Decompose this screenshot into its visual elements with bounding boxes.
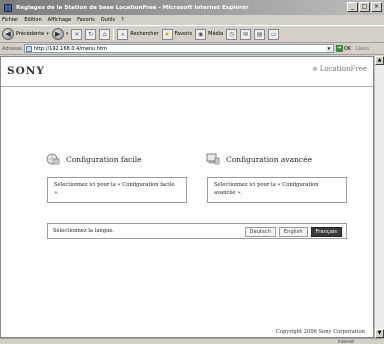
favorites-label: Favoris bbox=[174, 31, 193, 37]
address-url: http://192.168.0.4/menu.htm bbox=[33, 45, 107, 52]
menu-fichier[interactable]: Fichier bbox=[2, 17, 18, 23]
refresh-icon[interactable]: ↻ bbox=[85, 28, 97, 40]
history-icon[interactable]: ◷ bbox=[226, 28, 238, 40]
maximize-button[interactable]: □ bbox=[359, 2, 370, 12]
back-arrow-icon: ◀ bbox=[2, 28, 14, 40]
address-bar: Adresse http://192.168.0.4/menu.htm ▾ ➔ … bbox=[0, 43, 384, 55]
go-arrow-icon: ➔ bbox=[335, 45, 343, 52]
sony-logo: SONY bbox=[7, 65, 45, 77]
forward-button[interactable]: ▶ ▾ bbox=[51, 28, 69, 40]
edit-icon[interactable]: ▭ bbox=[268, 28, 280, 40]
address-label: Adresse bbox=[2, 45, 22, 52]
advanced-config-description[interactable]: Sélectionnez ici pour la « Configuration… bbox=[207, 177, 347, 203]
language-button-deutsch[interactable]: Deutsch bbox=[244, 227, 276, 237]
media-label: Média bbox=[208, 31, 224, 37]
easy-config-title: Configuration facile bbox=[66, 154, 142, 164]
menu-help[interactable]: ? bbox=[121, 17, 124, 23]
menu-outils[interactable]: Outils bbox=[101, 17, 115, 23]
menu-edition[interactable]: Edition bbox=[24, 17, 41, 23]
minimize-button[interactable]: _ bbox=[347, 2, 358, 12]
dropdown-arrow-icon: ▾ bbox=[65, 31, 69, 37]
favorites-button[interactable]: ★ Favoris bbox=[161, 28, 193, 40]
page-icon bbox=[25, 45, 32, 52]
easy-config-icon bbox=[46, 153, 60, 165]
media-button[interactable]: ◉ Média bbox=[195, 28, 224, 40]
language-button-francais[interactable]: Français bbox=[310, 227, 342, 237]
language-selector: Sélectionnez la langue. Deutsch English … bbox=[47, 223, 347, 239]
language-buttons: Deutsch English Français bbox=[244, 227, 342, 237]
locationfree-label: LocationFree bbox=[319, 65, 367, 73]
status-zone: Internet bbox=[338, 339, 354, 344]
go-button[interactable]: ➔ OK bbox=[335, 45, 352, 52]
advanced-config-title: Configuration avancée bbox=[226, 154, 313, 164]
close-button[interactable]: × bbox=[371, 2, 382, 12]
advanced-config-icon bbox=[206, 153, 220, 165]
menu-bar: Fichier Edition Affichage Favoris Outils… bbox=[0, 15, 384, 25]
address-dropdown-icon[interactable]: ▾ bbox=[325, 46, 332, 52]
scroll-up-icon[interactable]: ▲ bbox=[375, 56, 384, 65]
scroll-down-icon[interactable]: ▼ bbox=[375, 329, 384, 338]
copyright-text: Copyright 2006 Sony Corporation bbox=[275, 329, 365, 335]
browser-icon bbox=[4, 3, 12, 12]
menu-affichage[interactable]: Affichage bbox=[48, 17, 72, 23]
forward-arrow-icon: ▶ bbox=[51, 28, 64, 40]
locationfree-icon: ⊛ bbox=[311, 65, 318, 73]
page-content: SONY ⊛ LocationFree Configuration facile… bbox=[0, 56, 374, 338]
links-button[interactable]: Liens bbox=[356, 46, 369, 52]
favorites-star-icon: ★ bbox=[161, 28, 173, 40]
locationfree-logo: ⊛ LocationFree bbox=[312, 65, 367, 73]
page-header: SONY ⊛ LocationFree bbox=[1, 57, 373, 87]
toolbar: ◀ Précédente ▾ ▶ ▾ × ↻ ⌂ ⌕ Rechercher ★ … bbox=[0, 25, 384, 43]
media-icon: ◉ bbox=[195, 28, 207, 40]
easy-config-link[interactable]: Configuration facile bbox=[46, 153, 142, 165]
window-title-bar: Réglages de la Station de base LocationF… bbox=[0, 0, 384, 15]
language-button-english[interactable]: English bbox=[278, 227, 308, 237]
dropdown-arrow-icon: ▾ bbox=[46, 31, 49, 37]
print-icon[interactable]: ▤ bbox=[254, 28, 266, 40]
search-button[interactable]: ⌕ Rechercher bbox=[117, 28, 159, 40]
search-icon: ⌕ bbox=[117, 28, 129, 40]
go-label: OK bbox=[343, 45, 352, 52]
address-input[interactable]: http://192.168.0.4/menu.htm ▾ bbox=[23, 44, 334, 53]
language-label: Sélectionnez la langue. bbox=[53, 228, 115, 234]
search-label: Rechercher bbox=[130, 31, 159, 37]
vertical-scrollbar[interactable]: ▲ ▼ bbox=[374, 56, 384, 338]
back-label: Précédente bbox=[16, 31, 45, 37]
easy-config-description[interactable]: Sélectionnez ici pour la « Configuration… bbox=[47, 177, 187, 203]
stop-icon[interactable]: × bbox=[71, 28, 83, 40]
home-icon[interactable]: ⌂ bbox=[99, 28, 111, 40]
menu-favoris[interactable]: Favoris bbox=[77, 17, 95, 23]
back-button[interactable]: ◀ Précédente ▾ bbox=[2, 28, 49, 40]
status-bar: Internet bbox=[0, 338, 384, 344]
window-controls: _ □ × bbox=[347, 2, 382, 12]
mail-icon[interactable]: ✉ bbox=[240, 28, 252, 40]
advanced-config-link[interactable]: Configuration avancée bbox=[206, 153, 312, 165]
toolbar-separator bbox=[113, 28, 115, 40]
window-title: Réglages de la Station de base LocationF… bbox=[16, 4, 249, 11]
